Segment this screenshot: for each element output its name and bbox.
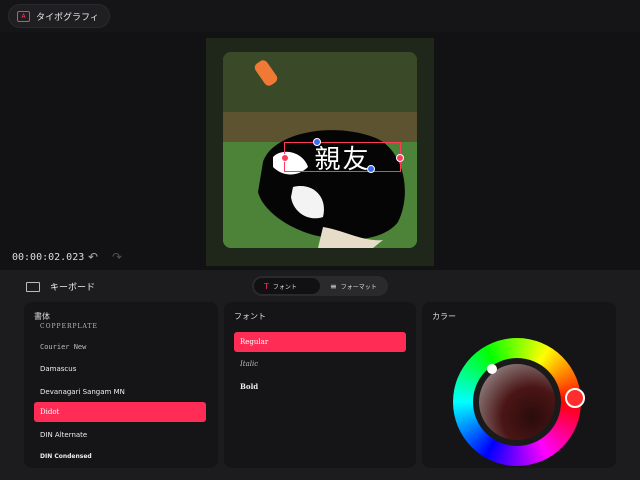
tab-format[interactable]: ≡ フォーマット bbox=[320, 278, 387, 294]
font-style-item[interactable]: Italic bbox=[234, 354, 406, 374]
font-style-item-label: Regular bbox=[240, 338, 269, 346]
keyboard-label: キーボード bbox=[50, 283, 96, 293]
font-style-item[interactable]: Bold bbox=[234, 376, 406, 396]
redo-icon[interactable]: ↷ bbox=[112, 250, 122, 264]
typeface-item[interactable]: Courier New bbox=[34, 337, 206, 357]
font-style-item-selected[interactable]: Regular bbox=[234, 332, 406, 352]
text-bounding-box[interactable]: 親友 bbox=[281, 138, 404, 175]
tab-font[interactable]: T フォント bbox=[254, 278, 320, 294]
preview-image: 親友 bbox=[223, 52, 417, 248]
top-bar: A タイポグラフィ bbox=[0, 0, 640, 32]
tab-format-label: フォーマット bbox=[340, 283, 377, 291]
typography-app-icon: A bbox=[17, 10, 30, 22]
color-knob[interactable] bbox=[487, 364, 497, 374]
text-icon: T bbox=[264, 281, 269, 291]
keyboard-button[interactable]: キーボード bbox=[26, 280, 95, 293]
saturation-brightness-picker[interactable] bbox=[479, 364, 555, 440]
hue-knob[interactable] bbox=[565, 388, 585, 408]
format-icon: ≡ bbox=[330, 281, 337, 291]
hue-ring[interactable] bbox=[453, 338, 585, 466]
typeface-item[interactable]: Damascus bbox=[34, 359, 206, 379]
typeface-card: 書体 Copperplate Courier New Damascus Deva… bbox=[24, 302, 218, 468]
font-style-card: フォント Regular Italic Bold bbox=[224, 302, 416, 468]
video-preview: 親友 00:00:02.023 ↶ ↷ bbox=[0, 32, 640, 270]
resize-handle-right[interactable] bbox=[396, 154, 404, 162]
preview-stage[interactable]: 親友 bbox=[206, 38, 434, 266]
undo-icon[interactable]: ↶ bbox=[88, 250, 98, 264]
typeface-item[interactable]: Devanagari Sangam MN bbox=[34, 382, 206, 402]
color-title: カラー bbox=[432, 312, 456, 321]
typeface-item[interactable]: DIN Alternate bbox=[34, 425, 206, 445]
typeface-item-label: DIN Condensed bbox=[40, 452, 92, 460]
typeface-item-label: Devanagari Sangam MN bbox=[40, 388, 125, 396]
app-title: タイポグラフィ bbox=[36, 12, 99, 23]
typeface-item-label: Copperplate bbox=[40, 322, 98, 330]
hue-ring-inner bbox=[473, 358, 561, 446]
tab-font-label: フォント bbox=[272, 283, 297, 291]
timecode: 00:00:02.023 bbox=[12, 252, 85, 263]
app-title-button[interactable]: A タイポグラフィ bbox=[8, 4, 110, 28]
font-style-item-label: Italic bbox=[240, 360, 259, 368]
font-style-item-label: Bold bbox=[240, 381, 259, 391]
typeface-item-label: Damascus bbox=[40, 365, 77, 373]
typeface-item-selected[interactable]: Didot bbox=[34, 402, 206, 422]
typeface-item-label: DIN Alternate bbox=[40, 431, 88, 439]
typeface-item-label: Courier New bbox=[40, 343, 87, 351]
typeface-item-label: Didot bbox=[40, 408, 60, 416]
keyboard-icon bbox=[26, 281, 40, 292]
caption-text[interactable]: 親友 bbox=[285, 139, 400, 176]
typeface-item[interactable]: Copperplate bbox=[34, 316, 206, 336]
move-handle[interactable] bbox=[367, 165, 375, 173]
font-style-title: フォント bbox=[234, 312, 266, 321]
rotate-handle[interactable] bbox=[313, 138, 321, 146]
resize-handle-left[interactable] bbox=[281, 154, 289, 162]
typeface-item[interactable]: DIN Condensed bbox=[34, 446, 206, 466]
tab-control: T フォント ≡ フォーマット bbox=[252, 276, 388, 296]
